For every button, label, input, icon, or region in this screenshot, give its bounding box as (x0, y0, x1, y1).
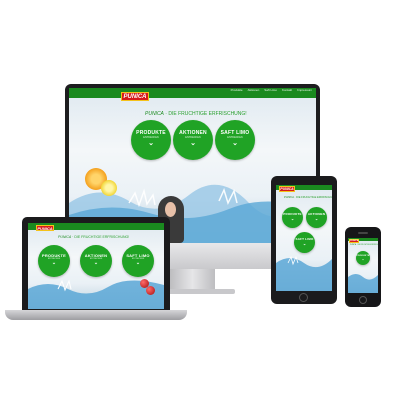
tagline-text: · DIE FRUCHTIGE ERFRISCHUNG! (356, 245, 378, 246)
site-logo[interactable]: PUNICA (36, 225, 54, 231)
site-header: Produkte Aktionen Saft Limo Kontakt Impr… (69, 88, 316, 98)
tagline-brand: PUNICA (58, 235, 72, 239)
water-splash-image (276, 255, 332, 291)
nav-item[interactable]: Saft Limo (264, 88, 277, 92)
site-logo[interactable]: PUNICA (121, 92, 149, 101)
chevron-down-icon: ⌄ (314, 216, 319, 221)
site-tagline: PUNICA · DIE FRUCHTIGE ERFRISCHUNG! (350, 245, 378, 246)
chevron-down-icon: ⌄ (93, 260, 99, 266)
chevron-down-icon: ⌄ (302, 241, 307, 246)
phone-speaker (358, 232, 368, 234)
tagline-text: · DIE FRUCHTIGE ERFRISCHUNG! (165, 111, 247, 117)
products-circle[interactable]: PRODUKTE ⌄ (356, 251, 370, 265)
products-circle[interactable]: PRODUKTE ENTDECKEN ⌄ (38, 245, 70, 277)
chevron-down-icon: ⌄ (361, 257, 365, 261)
laptop-screen: PUNICA PUNICA · DIE FRUCHTIGE ERFRISCHUN… (28, 223, 164, 309)
actions-circle[interactable]: AKTIONEN ⌄ (306, 207, 327, 228)
person-face-image (165, 202, 176, 217)
chevron-down-icon: ⌄ (135, 260, 141, 266)
tagline-brand: PUNICA (284, 196, 294, 199)
tagline-text: · DIE FRUCHTIGE ERFRISCHUNG! (72, 235, 130, 239)
cherry-image (146, 286, 155, 295)
chevron-down-icon: ⌄ (232, 140, 238, 147)
chevron-down-icon: ⌄ (51, 260, 57, 266)
actions-circle[interactable]: AKTIONEN ENTDECKEN ⌄ (173, 120, 213, 160)
nav-item[interactable]: Impressum (297, 88, 312, 92)
tablet-screen: PUNICA PUNICA · DIE FRUCHTIGE ERFRISCHUN… (276, 185, 332, 291)
tablet-home-button[interactable] (299, 293, 308, 302)
chevron-down-icon: ⌄ (290, 216, 295, 221)
juice-lemonade-circle[interactable]: SAFT LIMO ENTDECKEN ⌄ (215, 120, 255, 160)
lemon-slice-image (101, 180, 117, 196)
phone-home-button[interactable] (359, 296, 367, 304)
site-logo[interactable]: PUNICA (349, 239, 359, 243)
site-logo[interactable]: PUNICA (279, 186, 295, 192)
site-tagline: PUNICA · DIE FRUCHTIGE ERFRISCHUNG! (58, 235, 129, 239)
nav-item[interactable]: Produkte (231, 88, 243, 92)
actions-circle[interactable]: AKTIONEN ENTDECKEN ⌄ (80, 245, 112, 277)
water-splash-image (348, 274, 378, 293)
juice-lemonade-circle[interactable]: SAFT LIMO ⌄ (294, 232, 315, 253)
nav-item[interactable]: Aktionen (248, 88, 260, 92)
site-tagline: PUNICA · DIE FRUCHTIGE ERFRISCHUNG! (145, 111, 247, 117)
products-circle[interactable]: PRODUKTE ⌄ (282, 207, 303, 228)
chevron-down-icon: ⌄ (190, 140, 196, 147)
site-tagline: PUNICA · DIE FRUCHTIGE ERFRISCHUNG! (284, 196, 332, 199)
site-nav: Produkte Aktionen Saft Limo Kontakt Impr… (231, 88, 312, 92)
nav-item[interactable]: Kontakt (282, 88, 292, 92)
tagline-brand: PUNICA (145, 111, 164, 117)
desktop-monitor-stand (170, 269, 215, 291)
chevron-down-icon: ⌄ (148, 140, 154, 147)
phone-screen: PUNICA PUNICA · DIE FRUCHTIGE ERFRISCHUN… (348, 238, 378, 293)
laptop-base (5, 310, 187, 320)
products-circle[interactable]: PRODUKTE ENTDECKEN ⌄ (131, 120, 171, 160)
tagline-text: · DIE FRUCHTIGE ERFRISCHUNG! (294, 196, 332, 199)
juice-lemonade-circle[interactable]: SAFT LIMO ENTDECKEN ⌄ (122, 245, 154, 277)
